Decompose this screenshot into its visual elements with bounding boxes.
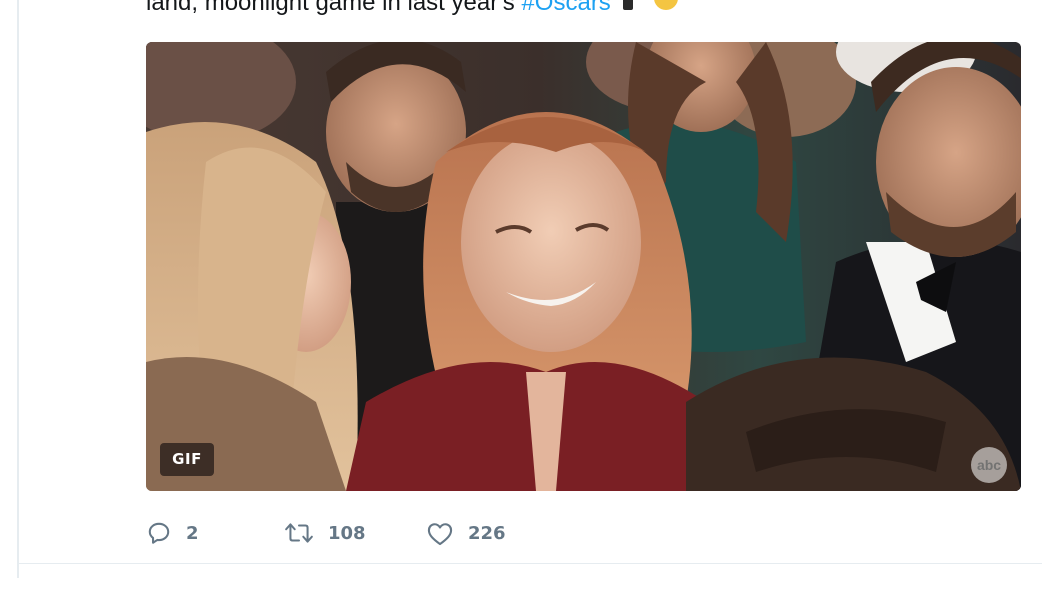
tweet-actions-bar: 2 108 226 [146, 516, 546, 550]
tweet-text: land, moonlight game in last year's #Osc… [146, 0, 679, 18]
heart-icon [426, 520, 454, 546]
tweet-text-body: land, moonlight game in last year's [146, 0, 515, 16]
conversation-thread-line [17, 0, 19, 578]
retweet-count: 108 [328, 522, 366, 544]
tweet-page: land, moonlight game in last year's #Osc… [0, 0, 1060, 596]
like-count: 226 [468, 522, 506, 544]
emoji-icon [623, 0, 634, 10]
retweet-icon [284, 520, 314, 546]
like-button[interactable]: 226 [426, 520, 546, 546]
gif-badge: GIF [160, 443, 214, 476]
retweet-button[interactable]: 108 [284, 520, 426, 546]
reply-count: 2 [186, 522, 199, 544]
smiley-emoji-icon [654, 0, 679, 10]
hashtag-link[interactable]: #Oscars [521, 0, 610, 16]
network-watermark: abc [971, 447, 1007, 483]
reply-bubble-icon [146, 520, 172, 546]
gif-media[interactable]: GIF abc [146, 42, 1021, 491]
gif-frame-image [146, 42, 1021, 491]
reply-button[interactable]: 2 [146, 520, 284, 546]
tweet-divider [19, 563, 1042, 564]
